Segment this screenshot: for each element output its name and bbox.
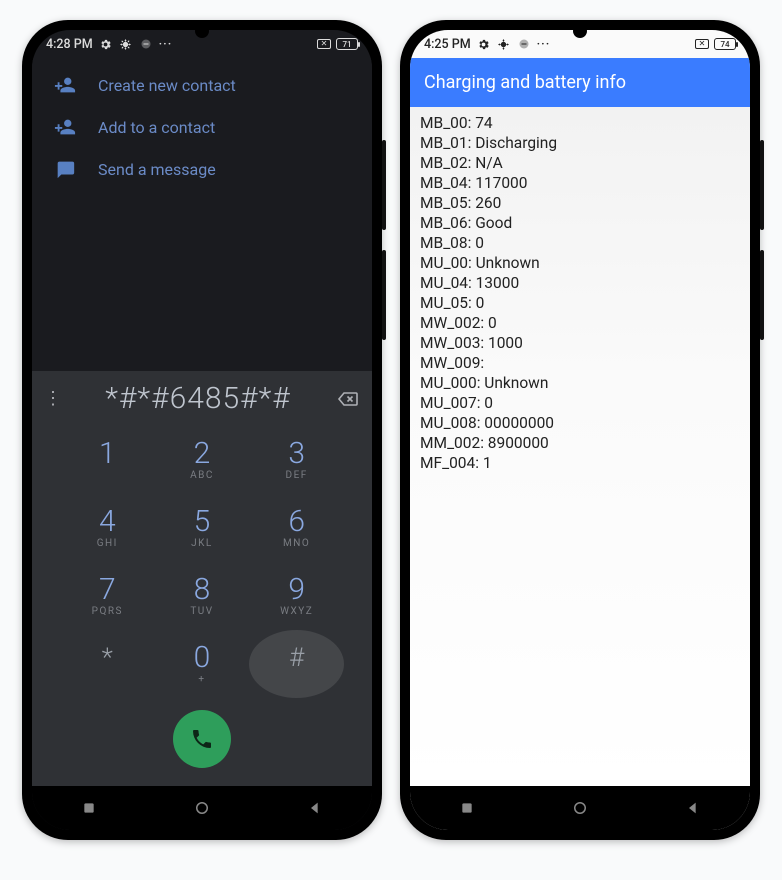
nav-back-icon[interactable] (305, 798, 325, 818)
person-add-icon (54, 116, 76, 138)
dial-key-letters: WXYZ (280, 606, 313, 617)
battery-info-row: MU_05: 0 (420, 293, 740, 313)
dial-key-3[interactable]: 3DEF (249, 426, 344, 494)
camera-notch (573, 24, 587, 38)
dial-pad: ⋮ *#*#6485#*# 12ABC3DEF4GHI5JKL6MNO7PQRS… (32, 371, 372, 786)
dialer-action-0[interactable]: Create new contact (40, 64, 364, 106)
more-icon: ··· (537, 37, 551, 52)
dial-key-9[interactable]: 9WXYZ (249, 562, 344, 630)
dial-key-digit: * (102, 645, 113, 671)
dial-key-letters: DEF (286, 470, 308, 481)
battery-info-row: MW_003: 1000 (420, 333, 740, 353)
nav-recent-icon[interactable] (457, 798, 477, 818)
dial-key-digit: 4 (99, 507, 116, 537)
battery-info-row: MB_08: 0 (420, 233, 740, 253)
dialer-action-label: Send a message (98, 160, 216, 179)
dialer-action-2[interactable]: Send a message (40, 148, 364, 190)
battery-info-row: MB_06: Good (420, 213, 740, 233)
dial-key-digit: 6 (288, 507, 305, 537)
dialer-suggestions: Create new contact Add to a contact Send a… (32, 58, 372, 190)
do-not-disturb-icon (139, 37, 153, 51)
brightness-icon (497, 37, 511, 51)
battery-info-row: MW_002: 0 (420, 313, 740, 333)
dial-key-letters: PQRS (92, 606, 123, 617)
dial-key-digit: 2 (194, 439, 211, 469)
dialed-number: *#*#6485#*# (70, 381, 326, 416)
battery-info-row: MW_009: (420, 353, 740, 373)
signal-off-icon: ✕ (695, 39, 709, 49)
battery-info-row: MB_05: 260 (420, 193, 740, 213)
nav-back-icon[interactable] (683, 798, 703, 818)
camera-notch (195, 24, 209, 38)
nav-home-icon[interactable] (570, 798, 590, 818)
dial-key-letters: MNO (283, 538, 310, 549)
battery-info-row: MU_000: Unknown (420, 373, 740, 393)
status-time: 4:25 PM (424, 37, 471, 52)
dial-key-letters: + (198, 674, 205, 685)
dial-key-1[interactable]: 1 (60, 426, 155, 494)
brightness-icon (119, 37, 133, 51)
phone-left: 4:28 PM ··· ✕ 71 Create new contactAdd t… (22, 20, 382, 840)
battery-info-row: MB_02: N/A (420, 153, 740, 173)
dial-key-#[interactable]: # (249, 630, 344, 698)
dialer-action-label: Create new contact (98, 76, 236, 95)
dial-key-letters: ABC (190, 470, 214, 481)
dial-key-letters: JKL (191, 538, 213, 549)
settings-icon (477, 37, 491, 51)
battery-info-row: MF_004: 1 (420, 453, 740, 473)
backspace-icon[interactable] (334, 387, 360, 411)
battery-icon: 74 (714, 38, 736, 50)
nav-recent-icon[interactable] (79, 798, 99, 818)
dial-key-digit: 0 (194, 643, 211, 673)
dial-key-digit: 1 (99, 439, 116, 469)
dial-key-*[interactable]: * (60, 630, 155, 698)
dial-key-8[interactable]: 8TUV (155, 562, 250, 630)
dial-key-digit: 8 (194, 575, 211, 605)
dialer-action-1[interactable]: Add to a contact (40, 106, 364, 148)
battery-info-row: MU_04: 13000 (420, 273, 740, 293)
battery-info-row: MU_007: 0 (420, 393, 740, 413)
dial-key-letters: GHI (97, 538, 118, 549)
battery-info-row: MB_04: 117000 (420, 173, 740, 193)
dial-key-2[interactable]: 2ABC (155, 426, 250, 494)
battery-info-row: MU_008: 00000000 (420, 413, 740, 433)
page-title: Charging and battery info (410, 58, 750, 107)
dial-key-digit: # (289, 645, 304, 671)
dial-key-5[interactable]: 5JKL (155, 494, 250, 562)
phone-right: 4:25 PM ··· ✕ 74 Charging and battery in… (400, 20, 760, 840)
call-button[interactable] (173, 710, 231, 768)
nav-home-icon[interactable] (192, 798, 212, 818)
settings-icon (99, 37, 113, 51)
dial-key-7[interactable]: 7PQRS (60, 562, 155, 630)
signal-off-icon: ✕ (317, 39, 331, 49)
battery-info-row: MB_00: 74 (420, 113, 740, 133)
status-time: 4:28 PM (46, 37, 93, 52)
battery-icon: 71 (336, 38, 358, 50)
dial-key-0[interactable]: 0+ (155, 630, 250, 698)
dial-key-6[interactable]: 6MNO (249, 494, 344, 562)
dial-key-digit: 9 (288, 575, 305, 605)
dial-key-4[interactable]: 4GHI (60, 494, 155, 562)
message-icon (54, 158, 76, 180)
do-not-disturb-icon (517, 37, 531, 51)
more-icon: ··· (159, 37, 173, 52)
battery-info-list[interactable]: MB_00: 74MB_01: DischargingMB_02: N/AMB_… (410, 107, 750, 786)
android-nav-bar (410, 786, 750, 830)
dial-key-digit: 3 (288, 439, 305, 469)
android-nav-bar (32, 786, 372, 830)
battery-info-row: MU_00: Unknown (420, 253, 740, 273)
battery-info-row: MB_01: Discharging (420, 133, 740, 153)
dial-key-digit: 7 (99, 575, 116, 605)
person-add-icon (54, 74, 76, 96)
dialer-menu-icon[interactable]: ⋮ (44, 388, 62, 409)
dial-key-digit: 5 (194, 507, 211, 537)
dial-key-letters: TUV (190, 606, 213, 617)
dialer-action-label: Add to a contact (98, 118, 215, 137)
battery-info-row: MM_002: 8900000 (420, 433, 740, 453)
